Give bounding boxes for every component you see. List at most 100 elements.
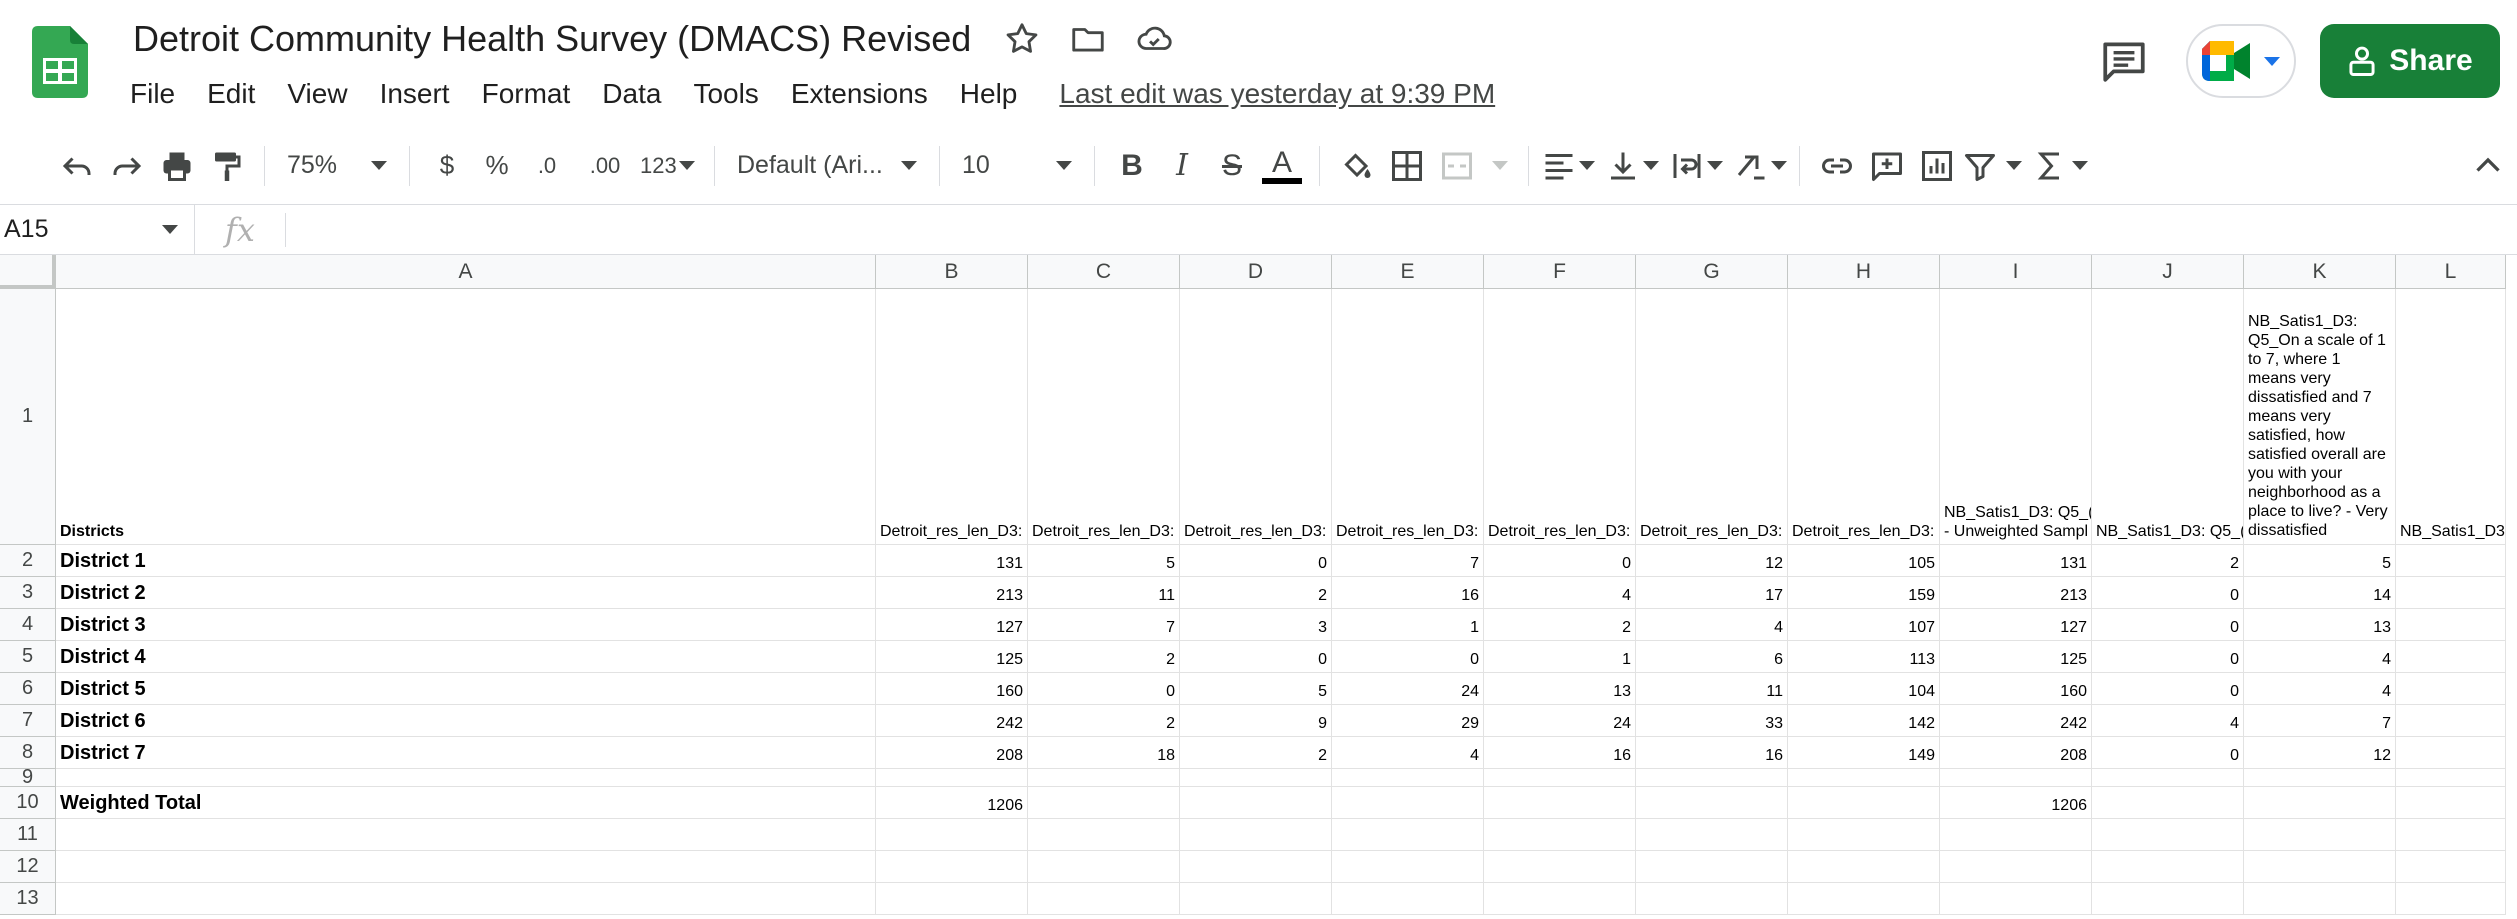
header-cell-d[interactable]: Detroit_res_len_D3: [1180, 289, 1332, 545]
value-cell[interactable]: 2 [1484, 609, 1636, 641]
value-cell[interactable]: 5 [1180, 673, 1332, 705]
cloud-saved-icon[interactable] [1135, 20, 1173, 58]
empty-cell[interactable] [2092, 819, 2244, 851]
name-box[interactable]: A15 [0, 204, 195, 255]
value-cell[interactable]: 0 [2092, 577, 2244, 609]
value-cell[interactable]: 2 [1180, 737, 1332, 769]
value-cell[interactable]: 242 [1940, 705, 2092, 737]
font-select[interactable]: Default (Ari... [727, 140, 927, 192]
value-cell[interactable]: 13 [2244, 609, 2396, 641]
chevron-down-icon[interactable] [1492, 161, 1508, 170]
value-cell[interactable]: 1 [1332, 609, 1484, 641]
header-cell-i[interactable]: NB_Satis1_D3: Q5_(- Unweighted Sampl [1940, 289, 2092, 545]
value-cell[interactable]: 113 [1788, 641, 1940, 673]
district-label-cell[interactable]: District 3 [56, 609, 876, 641]
empty-cell[interactable] [56, 769, 876, 787]
empty-cell[interactable] [1028, 769, 1180, 787]
empty-cell[interactable] [1028, 819, 1180, 851]
value-cell[interactable]: 24 [1332, 673, 1484, 705]
value-cell[interactable]: 131 [1940, 545, 2092, 577]
column-header-e[interactable]: E [1332, 255, 1484, 289]
zoom-select[interactable]: 75% [277, 140, 397, 192]
menu-tools[interactable]: Tools [693, 78, 758, 110]
column-header-l[interactable]: L [2396, 255, 2506, 289]
row-header-9[interactable]: 9 [0, 766, 56, 788]
value-cell[interactable]: 125 [1940, 641, 2092, 673]
empty-cell[interactable] [2092, 851, 2244, 883]
empty-cell[interactable] [2396, 737, 2506, 769]
value-cell[interactable]: 0 [2092, 673, 2244, 705]
redo-button[interactable] [102, 140, 152, 192]
empty-cell[interactable] [2396, 577, 2506, 609]
header-cell-e[interactable]: Detroit_res_len_D3: [1332, 289, 1484, 545]
header-cell-k[interactable]: NB_Satis1_D3: Q5_On a scale of 1 to 7, w… [2244, 289, 2396, 545]
empty-cell[interactable] [1940, 851, 2092, 883]
value-cell[interactable]: 0 [1484, 545, 1636, 577]
empty-cell[interactable] [2244, 787, 2396, 819]
empty-cell[interactable] [876, 769, 1028, 787]
empty-cell[interactable] [1636, 883, 1788, 915]
empty-cell[interactable] [1332, 883, 1484, 915]
column-header-k[interactable]: K [2244, 255, 2396, 289]
header-cell-l[interactable]: NB_Satis1_D3 [2396, 289, 2506, 545]
value-cell[interactable]: 131 [876, 545, 1028, 577]
empty-cell[interactable] [2092, 883, 2244, 915]
value-cell[interactable]: 4 [1484, 577, 1636, 609]
row-header-4[interactable]: 4 [0, 609, 56, 641]
value-cell[interactable]: 7 [1332, 545, 1484, 577]
document-title[interactable]: Detroit Community Health Survey (DMACS) … [133, 18, 971, 60]
empty-cell[interactable] [56, 883, 876, 915]
value-cell[interactable]: 18 [1028, 737, 1180, 769]
value-cell[interactable]: 107 [1788, 609, 1940, 641]
district-label-cell[interactable]: District 7 [56, 737, 876, 769]
empty-cell[interactable] [1484, 769, 1636, 787]
horizontal-align-button[interactable] [1541, 140, 1595, 192]
empty-cell[interactable] [2396, 641, 2506, 673]
value-cell[interactable]: 5 [1028, 545, 1180, 577]
value-cell[interactable]: 160 [876, 673, 1028, 705]
empty-cell[interactable] [876, 883, 1028, 915]
select-all-corner[interactable] [0, 255, 56, 289]
value-cell[interactable]: 4 [1636, 609, 1788, 641]
empty-cell[interactable] [1332, 819, 1484, 851]
value-cell[interactable]: 7 [2244, 705, 2396, 737]
more-formats-select[interactable]: 123 [630, 140, 702, 192]
insert-chart-button[interactable] [1912, 140, 1962, 192]
value-cell[interactable]: 2 [1180, 577, 1332, 609]
total-value-cell[interactable]: 1206 [876, 787, 1028, 819]
value-cell[interactable]: 0 [2092, 609, 2244, 641]
value-cell[interactable]: 1 [1484, 641, 1636, 673]
empty-cell[interactable] [2396, 787, 2506, 819]
menu-data[interactable]: Data [602, 78, 661, 110]
increase-decimal-button[interactable]: .00 [580, 140, 630, 192]
row-header-13[interactable]: 13 [0, 883, 56, 915]
empty-cell[interactable] [1180, 787, 1332, 819]
value-cell[interactable]: 12 [1636, 545, 1788, 577]
value-cell[interactable]: 105 [1788, 545, 1940, 577]
column-header-b[interactable]: B [876, 255, 1028, 289]
value-cell[interactable]: 17 [1636, 577, 1788, 609]
empty-cell[interactable] [2092, 787, 2244, 819]
value-cell[interactable]: 6 [1636, 641, 1788, 673]
empty-cell[interactable] [2396, 673, 2506, 705]
empty-cell[interactable] [2092, 769, 2244, 787]
value-cell[interactable]: 213 [876, 577, 1028, 609]
header-cell-f[interactable]: Detroit_res_len_D3: [1484, 289, 1636, 545]
formula-input[interactable] [285, 212, 2517, 247]
empty-cell[interactable] [1484, 883, 1636, 915]
empty-cell[interactable] [876, 851, 1028, 883]
filter-button[interactable] [1962, 140, 2022, 192]
empty-cell[interactable] [1180, 883, 1332, 915]
empty-cell[interactable] [2396, 851, 2506, 883]
column-header-i[interactable]: I [1940, 255, 2092, 289]
text-rotation-button[interactable] [1733, 140, 1787, 192]
empty-cell[interactable] [2396, 883, 2506, 915]
sheets-logo-icon[interactable] [32, 26, 88, 98]
currency-format-button[interactable]: $ [422, 140, 472, 192]
decrease-decimal-button[interactable]: .0 [522, 140, 572, 192]
empty-cell[interactable] [2396, 705, 2506, 737]
value-cell[interactable]: 2 [1028, 705, 1180, 737]
header-cell-g[interactable]: Detroit_res_len_D3: [1636, 289, 1788, 545]
empty-cell[interactable] [1940, 819, 2092, 851]
menu-edit[interactable]: Edit [207, 78, 255, 110]
